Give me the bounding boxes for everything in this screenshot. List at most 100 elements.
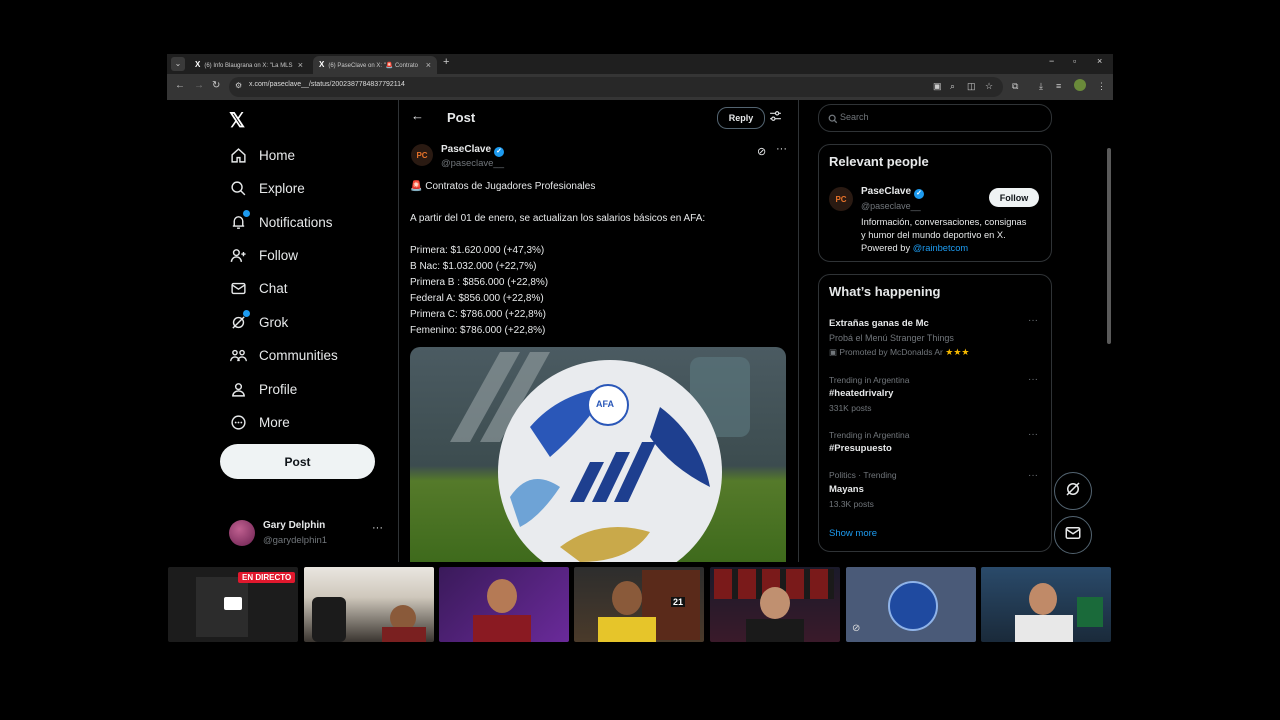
account-more-icon[interactable]: ··· <box>372 522 383 534</box>
whats-happening-card: What’s happening Extrañas ganas de Mc Pr… <box>818 274 1052 552</box>
afa-badge: AFA <box>596 399 614 409</box>
zoom-icon[interactable]: ⌕ <box>950 81 955 92</box>
person-silhouette <box>1029 583 1057 615</box>
tab-search-button[interactable]: ⌄ <box>171 57 185 71</box>
trend-name[interactable]: #heatedrivalry <box>829 388 893 399</box>
video-tile[interactable]: EN DIRECTO <box>168 567 298 642</box>
person-silhouette <box>760 587 790 619</box>
page-scrollbar[interactable] <box>1107 148 1111 344</box>
bio-line: Información, conversaciones, consignas <box>861 217 1027 227</box>
trend-name[interactable]: #Presupuesto <box>829 443 892 454</box>
trend-name[interactable]: Extrañas ganas de Mc <box>829 318 929 329</box>
account-name: Gary Delphin <box>263 520 326 531</box>
mail-icon <box>229 279 247 297</box>
back-icon[interactable]: ← <box>411 108 424 123</box>
new-tab-button[interactable]: + <box>443 56 449 68</box>
video-tile[interactable]: ⊘ <box>846 567 976 642</box>
translate-icon[interactable]: ▣ <box>933 81 942 92</box>
tab-close-icon[interactable]: × <box>298 56 303 74</box>
nav-communities[interactable]: Communities <box>229 343 338 367</box>
address-bar[interactable]: ⚙ x.com/paseclave__/status/2002387784837… <box>229 77 1003 97</box>
video-tile[interactable] <box>710 567 840 642</box>
bookmark-star-icon[interactable]: ☆ <box>985 81 993 92</box>
video-tile[interactable] <box>439 567 569 642</box>
bio-link[interactable]: @rainbetcom <box>913 243 968 253</box>
account-switcher[interactable]: Gary Delphin @garydelphin1 ··· <box>229 518 389 550</box>
post-author-handle[interactable]: @paseclave__ <box>441 158 504 169</box>
reply-button[interactable]: Reply <box>717 107 765 129</box>
relevant-person-handle: @paseclave__ <box>861 201 921 211</box>
search-icon <box>828 111 838 129</box>
sliders-icon[interactable] <box>769 109 782 127</box>
post-author-name[interactable]: PaseClave ✓ <box>441 144 505 157</box>
bio-line: y humor del mundo deportivo en X. <box>861 230 1006 240</box>
media-icon[interactable]: ≡ <box>1056 81 1061 91</box>
minimize-button[interactable]: − <box>1049 56 1054 66</box>
video-tile[interactable] <box>981 567 1111 642</box>
salary-line: Federal A: $856.000 (+22,8%) <box>410 293 544 304</box>
site-info-icon[interactable]: ⚙ <box>235 81 242 90</box>
nav-grok[interactable]: Grok <box>229 310 288 334</box>
participant-avatar <box>888 581 938 631</box>
nav-label: Follow <box>259 247 299 263</box>
nav-chat[interactable]: Chat <box>229 276 288 300</box>
trend-name[interactable]: Mayans <box>829 484 864 495</box>
promoted-text: Promoted by McDonalds Ar <box>839 347 943 357</box>
url-text[interactable]: x.com/paseclave__/status/200238778483779… <box>249 81 405 88</box>
post-button[interactable]: Post <box>220 444 375 479</box>
extensions-icon[interactable]: ⧉ <box>1012 81 1018 92</box>
nav-home[interactable]: Home <box>229 143 295 167</box>
nav-profile[interactable]: Profile <box>229 377 297 401</box>
reload-icon[interactable]: ↻ <box>212 80 220 91</box>
close-window-button[interactable]: × <box>1097 56 1102 66</box>
tab-title: (6) PaseClave on X: "🚨 Contrato <box>328 63 418 69</box>
cast-icon[interactable]: ◫ <box>967 81 976 92</box>
nav-explore[interactable]: Explore <box>229 176 305 200</box>
mic-muted-icon: ⊘ <box>852 623 861 634</box>
person-silhouette <box>473 615 531 642</box>
profile-avatar-icon[interactable] <box>1074 79 1086 91</box>
tab-info-blaugrana[interactable]: X (6) Info Blaugrana on X: "La MLS × <box>189 56 309 74</box>
trend-more-icon[interactable]: ··· <box>1028 315 1038 326</box>
show-more-link[interactable]: Show more <box>829 528 877 539</box>
trend-more-icon[interactable]: ··· <box>1028 374 1038 385</box>
maximize-button[interactable]: ▫ <box>1073 56 1076 66</box>
nav-notifications[interactable]: Notifications <box>229 210 333 234</box>
forward-arrow-icon[interactable]: → <box>194 80 204 91</box>
grok-fab-button[interactable] <box>1054 472 1092 510</box>
grok-explain-icon[interactable]: ⊘ <box>757 145 766 158</box>
tab-paseclave[interactable]: X (6) PaseClave on X: "🚨 Contrato × <box>313 56 437 74</box>
trend-count: 331K posts <box>829 403 872 413</box>
video-tile[interactable]: 21 <box>574 567 704 642</box>
browser-window: ⌄ X (6) Info Blaugrana on X: "La MLS × X(… <box>167 54 1113 562</box>
grok-dot <box>243 310 250 317</box>
follow-button[interactable]: Follow <box>989 188 1039 207</box>
post-image[interactable]: AFA <box>410 347 786 562</box>
relevant-person-name[interactable]: PaseClave ✓ <box>861 186 925 199</box>
video-tile[interactable] <box>304 567 434 642</box>
nav-label: Grok <box>259 314 289 330</box>
post-author-avatar[interactable]: PC <box>411 144 433 166</box>
download-icon[interactable]: ⤓ <box>1039 81 1043 92</box>
page-title: Post <box>447 110 476 125</box>
post-more-icon[interactable]: ··· <box>776 143 787 155</box>
add-user-icon <box>229 246 247 264</box>
stars-icon: ★★★ <box>945 347 970 357</box>
tab-close-icon[interactable]: × <box>426 56 431 74</box>
messages-fab-button[interactable] <box>1054 516 1092 554</box>
trend-more-icon[interactable]: ··· <box>1028 429 1038 440</box>
browser-menu-icon[interactable]: ⋮ <box>1097 81 1106 92</box>
trend-more-icon[interactable]: ··· <box>1028 470 1038 481</box>
nav-follow[interactable]: Follow <box>229 243 298 267</box>
person-silhouette <box>382 627 426 642</box>
promoted-line: ▣ Promoted by McDonalds Ar ★★★ <box>829 347 969 358</box>
back-arrow-icon[interactable]: ← <box>175 80 185 91</box>
x-logo-icon[interactable]: 𝕏 <box>229 108 245 133</box>
address-toolbar: ← → ↻ ⚙ x.com/paseclave__/status/2002387… <box>167 74 1113 100</box>
search-input[interactable]: Search <box>818 104 1052 132</box>
relevant-person-avatar[interactable]: PC <box>829 187 853 211</box>
nav-more[interactable]: More <box>229 410 290 434</box>
home-icon <box>229 146 247 164</box>
person-silhouette <box>598 617 656 642</box>
nav-label: Profile <box>259 381 298 397</box>
